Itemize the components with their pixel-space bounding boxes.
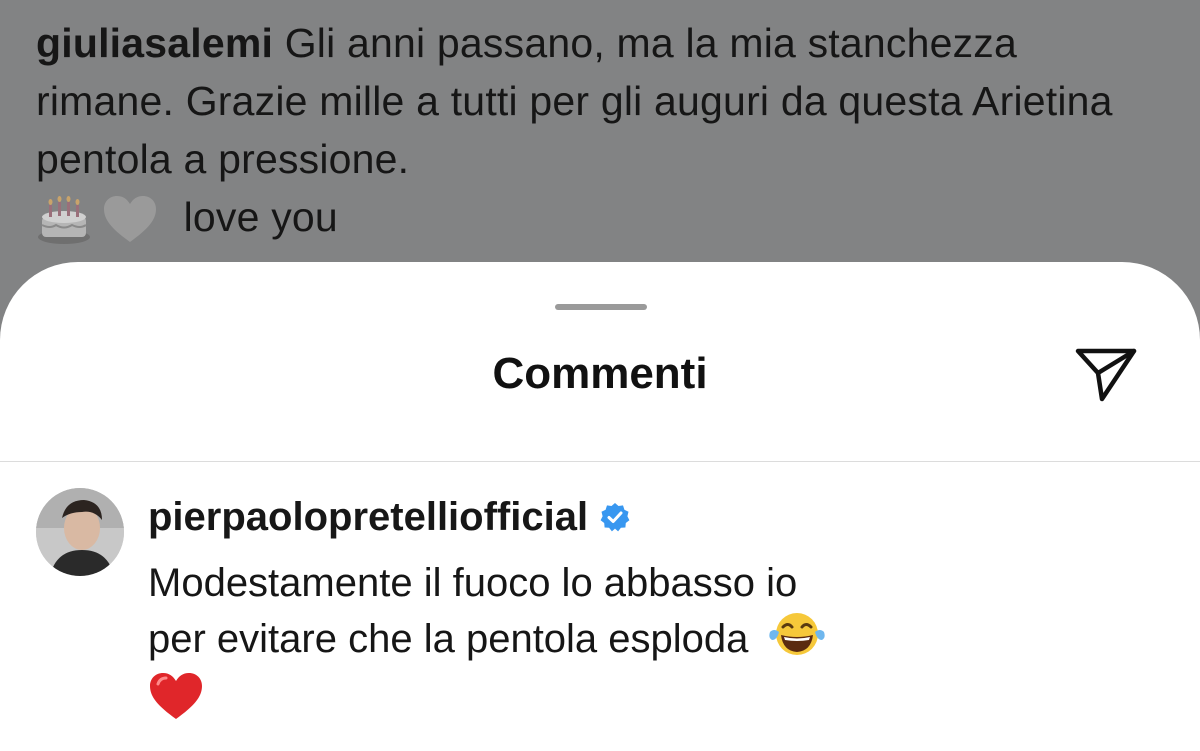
birthday-cake-icon: [38, 196, 90, 245]
comment-item: pierpaolopretelliofficial Modestamente i…: [0, 462, 1200, 751]
caption-username[interactable]: giuliasalemi: [36, 20, 273, 66]
comment-author[interactable]: pierpaolopretelliofficial: [148, 492, 588, 542]
post-caption: giuliasalemi Gli anni passano, ma la mia…: [36, 14, 1156, 246]
comment-text-line-2: per evitare che la pentola esploda: [148, 617, 749, 661]
sheet-drag-handle[interactable]: [555, 304, 647, 310]
comment-text-line-3: [148, 666, 1048, 722]
sheet-title: Commenti: [492, 349, 708, 398]
face-with-tears-of-joy-icon: [768, 613, 825, 655]
avatar-photo: [36, 488, 124, 576]
comment-text-line-1: Modestamente il fuoco lo abbasso io: [148, 561, 798, 605]
red-heart-icon: [150, 673, 202, 720]
comment-text-line-2-wrap: per evitare che la pentola esploda: [148, 610, 1048, 666]
comment-author-row: pierpaolopretelliofficial: [148, 492, 630, 542]
caption-emoji-row: [36, 195, 158, 245]
paper-plane-icon: [1075, 348, 1137, 402]
verified-badge-icon: [600, 503, 630, 532]
comments-sheet: Commenti pierpaolopretelliofficial Modes…: [0, 262, 1200, 751]
comment-text: Modestamente il fuoco lo abbasso io per …: [148, 556, 1048, 722]
white-heart-icon: [104, 196, 156, 243]
share-button[interactable]: [1070, 340, 1142, 408]
avatar[interactable]: [36, 488, 124, 576]
caption-tail: love you: [183, 194, 338, 240]
